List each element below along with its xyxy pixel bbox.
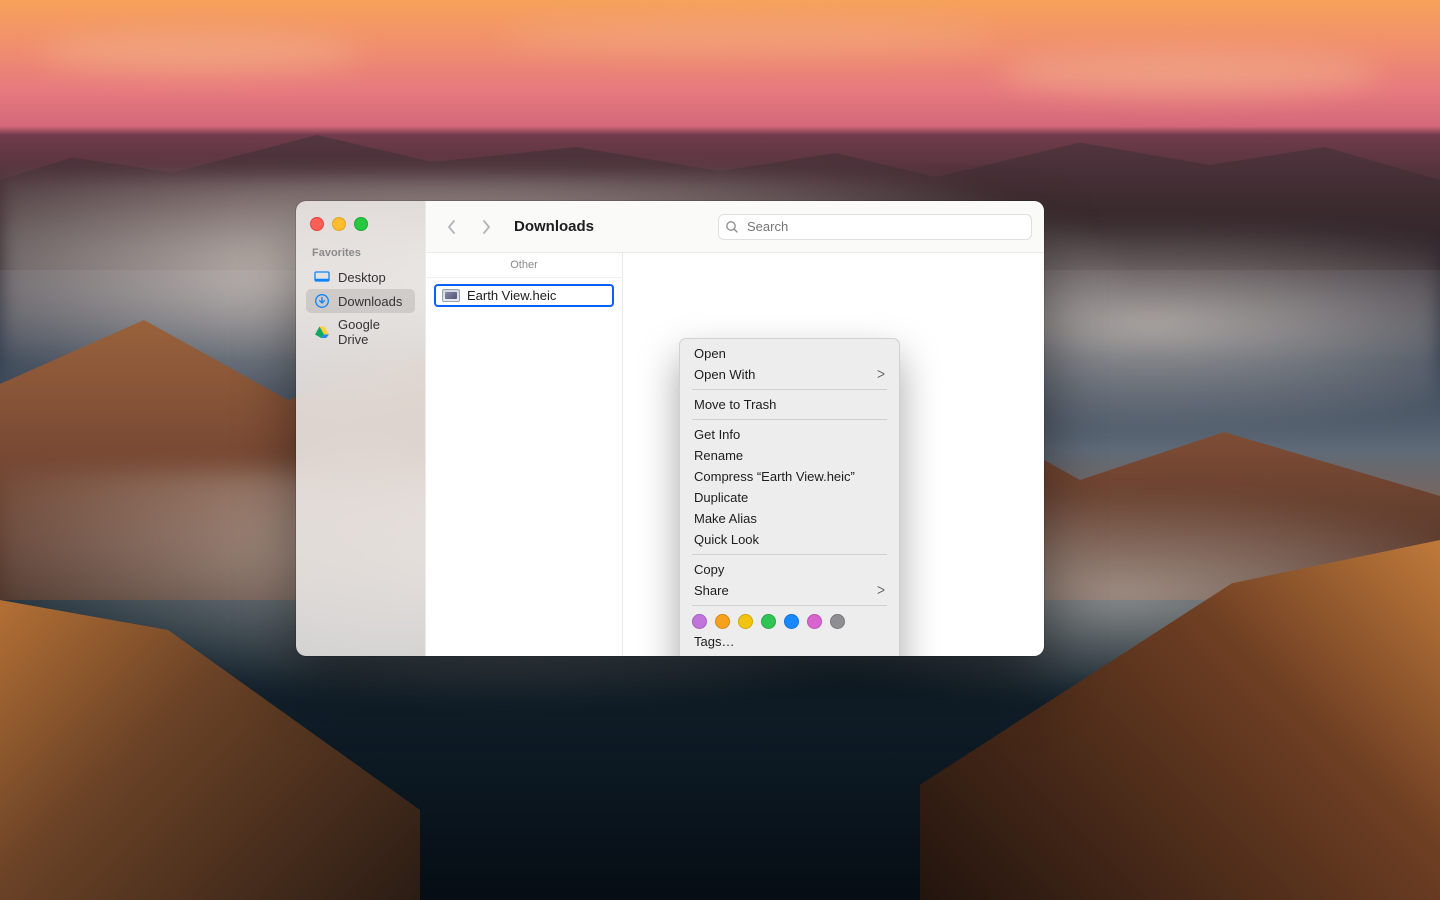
finder-window: Favorites Desktop Downloads	[296, 201, 1044, 656]
ctx-move-to-trash[interactable]: Move to Trash	[680, 394, 899, 415]
ctx-share[interactable]: Shareᐳ	[680, 580, 899, 601]
ctx-open-with[interactable]: Open Withᐳ	[680, 364, 899, 385]
chevron-right-icon: ᐳ	[877, 368, 885, 381]
finder-toolbar: Downloads	[426, 201, 1044, 253]
downloads-icon	[314, 293, 330, 309]
chevron-right-icon: ᐳ	[877, 584, 885, 597]
ctx-get-info[interactable]: Get Info	[680, 424, 899, 445]
file-row-selected[interactable]: Earth View.heic	[434, 284, 614, 307]
ctx-tag-row	[680, 610, 899, 631]
sidebar-item-label: Desktop	[338, 270, 386, 285]
context-menu: Open Open Withᐳ Move to Trash Get Info R…	[679, 338, 900, 656]
file-name: Earth View.heic	[467, 288, 556, 303]
tag-dot-pink[interactable]	[807, 614, 822, 629]
search-icon	[725, 220, 739, 234]
desktop-wallpaper: Favorites Desktop Downloads	[0, 0, 1440, 900]
tag-dot-green[interactable]	[761, 614, 776, 629]
desktop-icon	[314, 269, 330, 285]
ctx-quick-look[interactable]: Quick Look	[680, 529, 899, 550]
ctx-compress[interactable]: Compress “Earth View.heic”	[680, 466, 899, 487]
sidebar-heading: Favorites	[312, 247, 409, 259]
forward-button[interactable]	[474, 215, 498, 239]
ctx-tags[interactable]: Tags…	[680, 631, 899, 652]
window-title: Downloads	[514, 218, 594, 235]
sidebar-item-downloads[interactable]: Downloads	[306, 289, 415, 313]
tag-dot-gray[interactable]	[830, 614, 845, 629]
back-button[interactable]	[440, 215, 464, 239]
search-field[interactable]	[718, 214, 1032, 240]
ctx-make-alias[interactable]: Make Alias	[680, 508, 899, 529]
window-controls	[310, 217, 415, 231]
sidebar-item-desktop[interactable]: Desktop	[306, 265, 415, 289]
ctx-open[interactable]: Open	[680, 343, 899, 364]
ctx-rename[interactable]: Rename	[680, 445, 899, 466]
tag-dot-yellow[interactable]	[738, 614, 753, 629]
finder-sidebar: Favorites Desktop Downloads	[296, 201, 425, 656]
sidebar-item-label: Google Drive	[338, 317, 407, 347]
search-input[interactable]	[745, 218, 1025, 235]
finder-main: Downloads Other	[425, 201, 1044, 656]
zoom-button[interactable]	[354, 217, 368, 231]
finder-columns: Other Earth View.heic Open Open Withᐳ	[426, 253, 1044, 656]
sidebar-item-label: Downloads	[338, 294, 402, 309]
column-header: Other	[426, 253, 622, 278]
file-thumbnail-icon	[442, 289, 460, 302]
column-1: Other Earth View.heic	[426, 253, 623, 656]
minimize-button[interactable]	[332, 217, 346, 231]
tag-dot-purple[interactable]	[692, 614, 707, 629]
close-button[interactable]	[310, 217, 324, 231]
sidebar-item-google-drive[interactable]: Google Drive	[306, 313, 415, 351]
google-drive-icon	[314, 324, 330, 340]
ctx-copy[interactable]: Copy	[680, 559, 899, 580]
tag-dot-orange[interactable]	[715, 614, 730, 629]
ctx-duplicate[interactable]: Duplicate	[680, 487, 899, 508]
tag-dot-blue[interactable]	[784, 614, 799, 629]
